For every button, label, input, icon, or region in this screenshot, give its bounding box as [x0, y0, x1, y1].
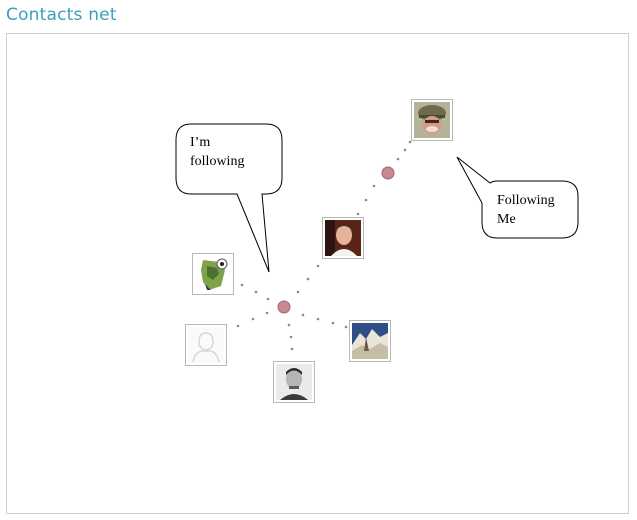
- contact-avatar-man-red[interactable]: [322, 217, 364, 259]
- landscape-avatar-icon: [352, 323, 388, 359]
- following-callout-text: I’m following: [190, 135, 245, 169]
- contact-avatar-cartoon[interactable]: [192, 253, 234, 295]
- default-silhouette-avatar-icon: [188, 327, 224, 363]
- man-portrait-avatar-icon: [325, 220, 361, 256]
- contact-avatar-landscape[interactable]: [349, 320, 391, 362]
- followers-callout-text: Following Me: [497, 193, 555, 227]
- contact-avatar-placeholder[interactable]: [185, 324, 227, 366]
- network-graph: [175, 123, 579, 351]
- grayscale-man-avatar-icon: [276, 364, 312, 400]
- contact-avatar-soldier[interactable]: [411, 99, 453, 141]
- soldier-avatar-icon: [414, 102, 450, 138]
- upper-node: [381, 166, 395, 180]
- cartoon-creature-avatar-icon: [195, 256, 231, 292]
- contact-avatar-man-gray[interactable]: [273, 361, 315, 403]
- center-node: [277, 300, 291, 314]
